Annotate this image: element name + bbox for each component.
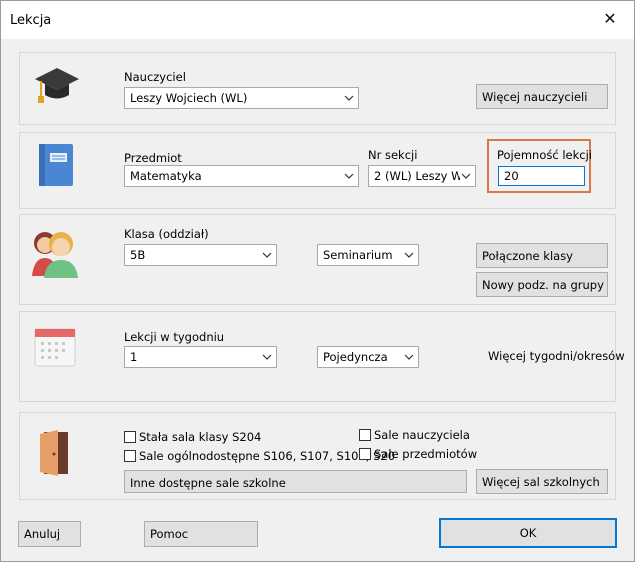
students-icon	[32, 232, 78, 278]
lessons-panel: Lekcji w tygodniu 1 Pojedyncza Więcej ty…	[19, 311, 625, 402]
more-rooms-button[interactable]: Więcej sal szkolnych	[476, 469, 608, 494]
cancel-label: Anuluj	[24, 527, 61, 541]
chevron-down-icon	[344, 173, 354, 179]
capacity-label: Pojemność lekcji	[497, 148, 592, 162]
help-button[interactable]: Pomoc	[144, 521, 258, 547]
lesson-mode-select[interactable]: Pojedyncza	[317, 346, 419, 368]
subject-select[interactable]: Matematyka	[124, 165, 359, 187]
subject-value: Matematyka	[130, 169, 202, 183]
teacher-rooms-label: Sale nauczyciela	[374, 428, 470, 442]
section-label: Nr sekcji	[368, 148, 418, 162]
ok-button[interactable]: OK	[439, 518, 617, 548]
class-label: Klasa (oddział)	[124, 227, 209, 241]
lessons-label: Lekcji w tygodniu	[124, 330, 225, 344]
cancel-button[interactable]: Anuluj	[18, 521, 81, 547]
teacher-panel: Nauczyciel Leszy Wojciech (WL) Więcej na…	[19, 52, 616, 125]
teacher-rooms-checkbox[interactable]	[359, 429, 371, 441]
subject-rooms-label: Sale przedmiotów	[374, 447, 478, 461]
chevron-down-icon	[404, 252, 414, 258]
help-label: Pomoc	[150, 527, 189, 541]
fixed-room-checkbox[interactable]	[124, 431, 136, 443]
other-rooms-value: Inne dostępne sale szkolne	[130, 476, 286, 490]
class-value: 5B	[130, 248, 146, 262]
chevron-down-icon	[461, 173, 471, 179]
window-title: Lekcja	[10, 13, 52, 28]
capacity-input[interactable]: 20	[498, 166, 585, 186]
capacity-highlight: Pojemność lekcji 20	[487, 139, 592, 193]
close-icon[interactable]: ✕	[600, 9, 620, 29]
ok-label: OK	[519, 526, 537, 540]
class-type-select[interactable]: Seminarium	[317, 244, 419, 266]
common-rooms-checkbox[interactable]	[124, 450, 136, 462]
subject-rooms-checkbox[interactable]	[359, 448, 371, 460]
class-select[interactable]: 5B	[124, 244, 277, 266]
chevron-down-icon	[262, 354, 272, 360]
graduation-cap-icon	[35, 68, 79, 103]
teacher-label: Nauczyciel	[124, 70, 186, 84]
new-split-button[interactable]: Nowy podz. na grupy	[476, 272, 608, 297]
more-weeks-link[interactable]: Więcej tygodni/okresów	[488, 349, 625, 363]
chevron-down-icon	[262, 252, 272, 258]
rooms-panel: Stała sala klasy S204 Sale nauczyciela S…	[19, 412, 616, 500]
joined-classes-button[interactable]: Połączone klasy	[476, 243, 608, 268]
more-rooms-label: Więcej sal szkolnych	[482, 475, 600, 489]
calendar-icon	[34, 328, 76, 367]
joined-classes-label: Połączone klasy	[482, 249, 573, 263]
class-panel: Klasa (oddział) 5B Seminarium Połączone …	[19, 214, 616, 305]
teacher-select[interactable]: Leszy Wojciech (WL)	[124, 87, 359, 109]
lekcja-dialog: Lekcja ✕ Nauczyciel Leszy Wojciech (WL) …	[0, 0, 635, 562]
subject-panel: Przedmiot Matematyka Nr sekcji 2 (WL) Le…	[19, 132, 616, 209]
section-select[interactable]: 2 (WL) Leszy Woj	[368, 165, 476, 187]
subject-label: Przedmiot	[124, 151, 182, 165]
door-icon	[40, 430, 68, 476]
chevron-down-icon	[404, 354, 414, 360]
class-type-value: Seminarium	[323, 248, 393, 262]
book-icon	[39, 144, 73, 186]
capacity-value: 20	[504, 169, 519, 183]
title-bar: Lekcja ✕	[1, 1, 634, 39]
chevron-down-icon	[344, 95, 354, 101]
other-rooms-field[interactable]: Inne dostępne sale szkolne	[124, 470, 467, 493]
more-teachers-label: Więcej nauczycieli	[482, 90, 588, 104]
common-rooms-label: Sale ogólnodostępne S106, S107, S108, S2…	[139, 449, 396, 463]
section-value: 2 (WL) Leszy Woj	[374, 169, 460, 183]
lessons-count-value: 1	[130, 350, 138, 364]
lessons-count-select[interactable]: 1	[124, 346, 277, 368]
teacher-value: Leszy Wojciech (WL)	[130, 91, 248, 105]
new-split-label: Nowy podz. na grupy	[482, 278, 604, 292]
more-teachers-button[interactable]: Więcej nauczycieli	[476, 84, 608, 109]
fixed-room-label: Stała sala klasy S204	[139, 430, 262, 444]
lesson-mode-value: Pojedyncza	[323, 350, 388, 364]
